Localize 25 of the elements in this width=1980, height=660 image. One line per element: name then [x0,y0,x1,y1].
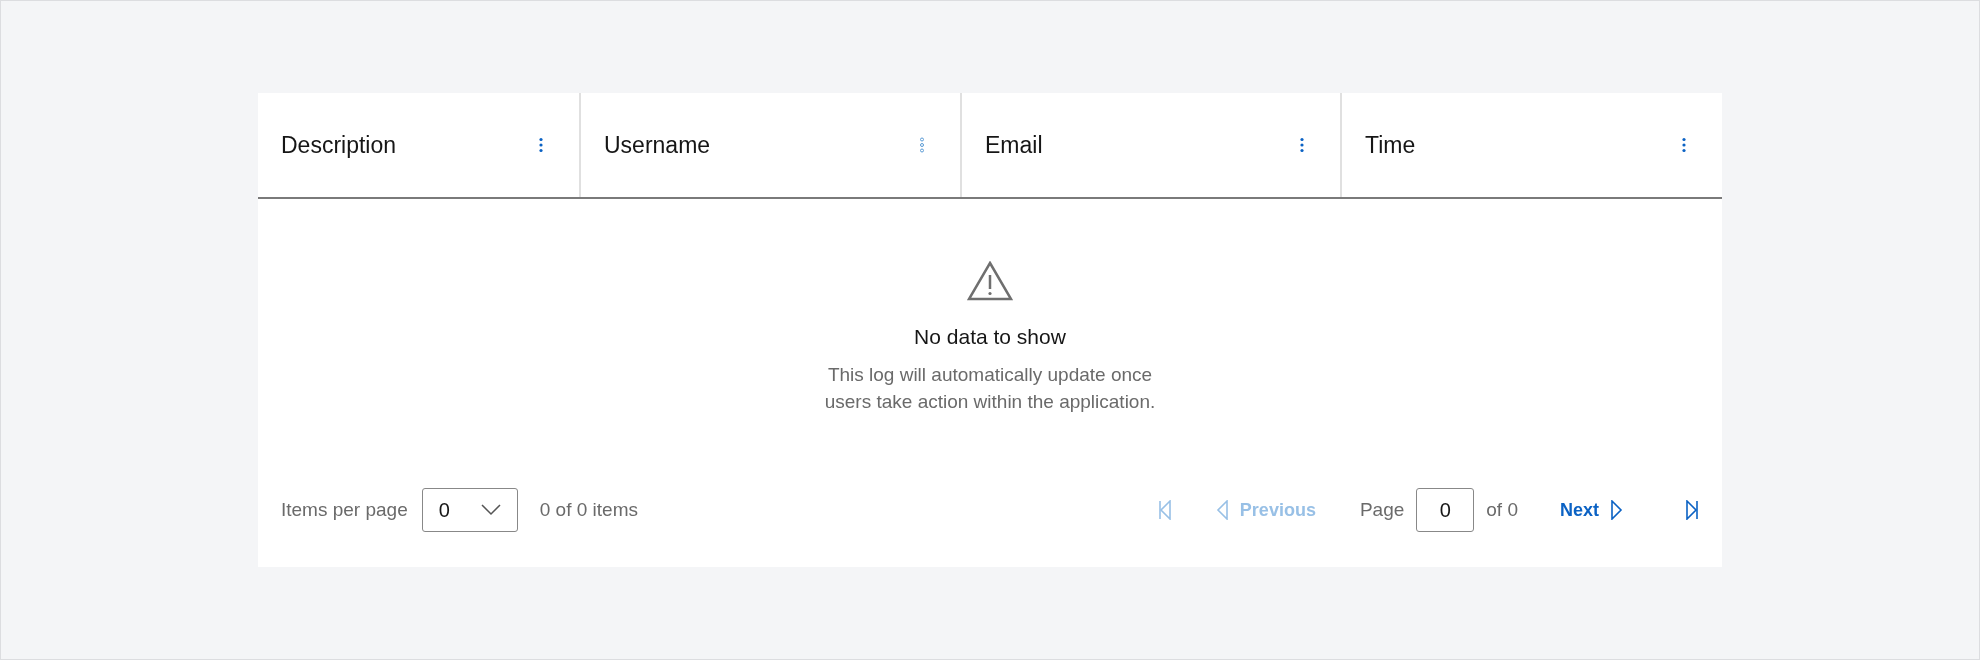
column-header[interactable]: Email [962,93,1342,197]
triangle-left-icon [1215,500,1228,520]
triangle-right-icon [1611,500,1623,520]
overflow-menu-icon[interactable] [538,137,544,153]
column-title: Description [281,131,397,159]
column-header[interactable]: Time [1342,93,1722,197]
empty-state-title: No data to show [914,325,1066,349]
column-title: Username [604,131,711,159]
page-number-field[interactable]: 0 [1416,488,1475,532]
empty-state-message: This log will automatically update once users take action within the application. [823,363,1157,414]
item-range: 0 of 0 items [539,499,638,521]
column-header[interactable]: Description [258,93,581,197]
last-page-button[interactable] [1685,500,1699,520]
column-header[interactable]: Username [581,93,962,197]
column-title: Time [1365,131,1416,159]
page-label: Page [1359,499,1405,521]
items-per-page-label: Items per page [281,499,408,521]
next-page-button[interactable]: Next [1560,499,1623,521]
warning-icon [967,261,1013,301]
chevron-down-icon [480,504,501,516]
overflow-menu-icon[interactable] [1299,137,1305,153]
overflow-menu-icon[interactable] [1681,137,1687,153]
column-title: Email [985,131,1043,159]
page-total: of 0 [1486,499,1518,521]
items-per-page-dropdown[interactable]: 0 [421,488,518,532]
